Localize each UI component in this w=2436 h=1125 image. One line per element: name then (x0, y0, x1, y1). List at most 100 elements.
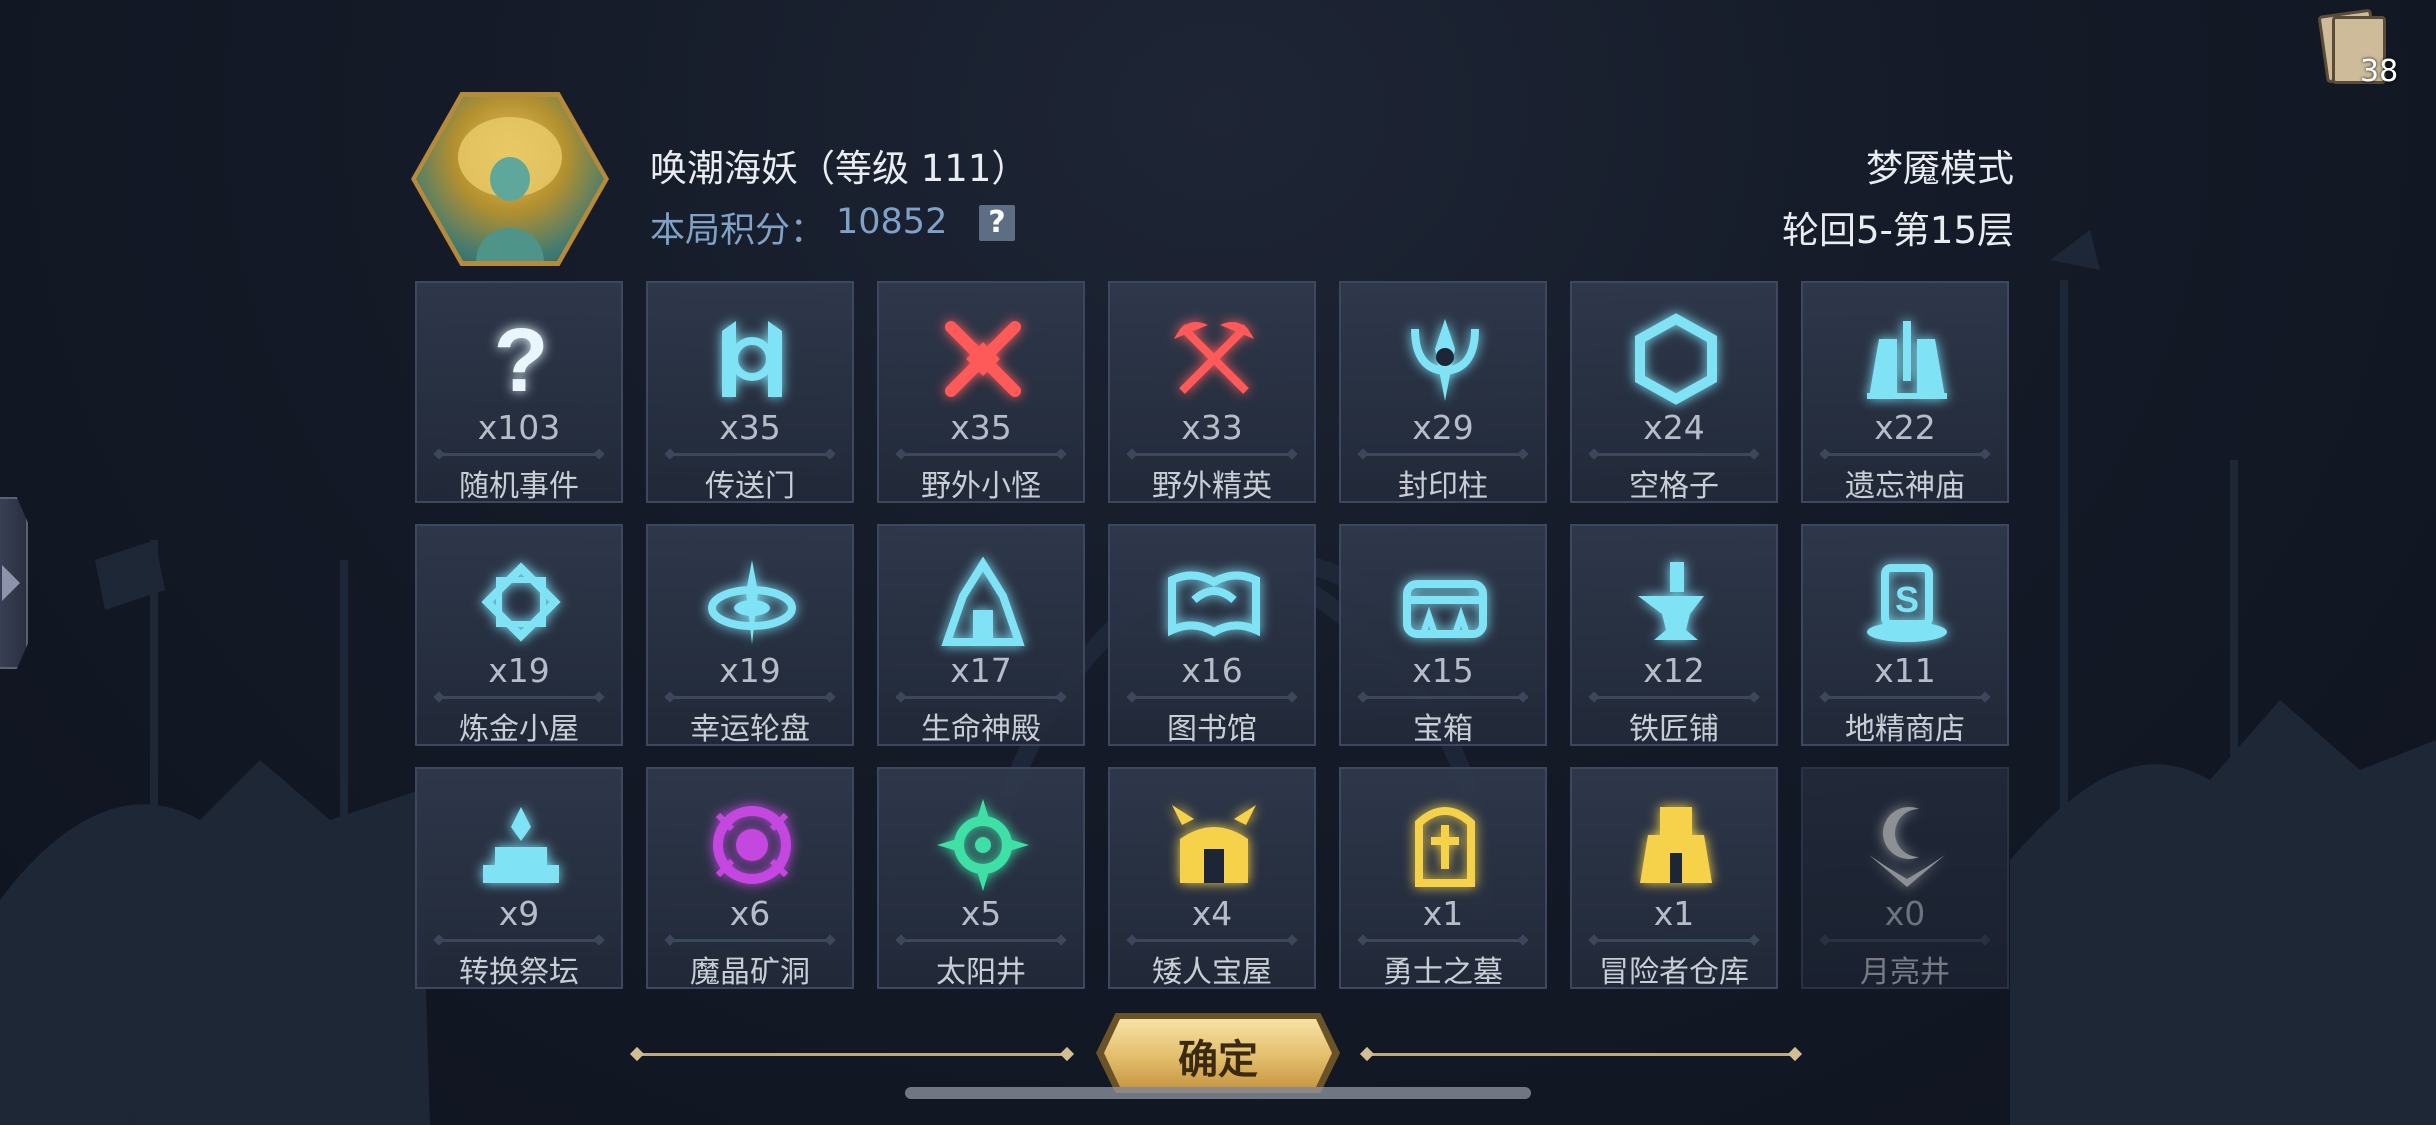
hero-portrait (411, 92, 609, 266)
deck-count: 38 (2360, 54, 2399, 89)
confirm-divider-left (636, 1053, 1068, 1056)
event-count: x19 (488, 651, 550, 690)
tile-divider (901, 939, 1061, 942)
divider-diamond (1787, 1046, 1803, 1062)
event-tile[interactable]: x35 传送门 (646, 281, 854, 504)
event-label: 炼金小屋 (459, 712, 579, 747)
anvil-icon (1626, 552, 1726, 652)
event-label: 铁匠铺 (1629, 712, 1719, 747)
event-count: x35 (950, 408, 1012, 447)
event-tile[interactable]: x15 宝箱 (1339, 524, 1547, 747)
event-label: 图书馆 (1167, 712, 1257, 747)
event-label: 生命神殿 (921, 712, 1041, 747)
divider-diamond (629, 1046, 645, 1062)
event-label: 地精商店 (1845, 712, 1965, 747)
tile-divider (1825, 453, 1985, 456)
portal-icon (702, 309, 802, 409)
confirm-button-label: 确定 (1178, 1037, 1258, 1083)
divider-diamond (1359, 1046, 1375, 1062)
event-tile[interactable]: Sx11 地精商店 (1801, 524, 2009, 747)
tile-divider (1363, 696, 1523, 699)
temple-icon (1857, 309, 1957, 409)
event-count: x16 (1181, 651, 1243, 690)
crossed-axes-icon (1164, 309, 1264, 409)
event-label: 封印柱 (1398, 469, 1488, 504)
event-count: x103 (477, 408, 561, 447)
event-count: x35 (719, 408, 781, 447)
warehouse-icon (1626, 795, 1726, 895)
tile-divider (901, 696, 1061, 699)
alchemy-icon (471, 552, 571, 652)
help-icon[interactable]: ? (979, 205, 1015, 241)
chevron-right-icon (2, 565, 20, 601)
tile-divider (1363, 453, 1523, 456)
event-count: x1 (1422, 894, 1464, 933)
tile-divider (1825, 696, 1985, 699)
event-tile[interactable]: x19 炼金小屋 (415, 524, 623, 747)
event-label: 野外小怪 (921, 469, 1041, 504)
event-tile[interactable]: x29 封印柱 (1339, 281, 1547, 504)
tile-divider (1594, 696, 1754, 699)
event-count: x15 (1412, 651, 1474, 690)
goblin-shop-icon: S (1857, 552, 1957, 652)
divider-diamond (1059, 1046, 1075, 1062)
event-tile[interactable]: x33 野外精英 (1108, 281, 1316, 504)
event-count: x11 (1874, 651, 1936, 690)
event-label: 冒险者仓库 (1599, 955, 1749, 990)
event-tile[interactable]: x4 矮人宝屋 (1108, 767, 1316, 990)
event-tile[interactable]: ? x103 随机事件 (415, 281, 623, 504)
event-count: x17 (950, 651, 1012, 690)
hero-name: 唤潮海妖（等级 111） (650, 147, 1029, 190)
event-count: x0 (1884, 894, 1926, 933)
event-label: 转换祭坛 (459, 955, 579, 990)
confirm-button[interactable]: 确定 (1096, 1013, 1340, 1093)
svg-text:S: S (1895, 579, 1919, 620)
svg-text:?: ? (494, 311, 549, 409)
tile-divider (1132, 696, 1292, 699)
event-tile[interactable]: x6 魔晶矿洞 (646, 767, 854, 990)
question-mark-icon: ? (471, 309, 571, 409)
event-label: 魔晶矿洞 (690, 955, 810, 990)
event-tile[interactable]: x1 冒险者仓库 (1570, 767, 1778, 990)
tile-divider (1132, 453, 1292, 456)
tile-divider (1132, 939, 1292, 942)
event-label: 空格子 (1629, 469, 1719, 504)
event-count: x29 (1412, 408, 1474, 447)
event-tile[interactable]: x19 幸运轮盘 (646, 524, 854, 747)
hero-avatar (416, 97, 604, 261)
crystal-mine-icon (702, 795, 802, 895)
event-tile[interactable]: x1 勇士之墓 (1339, 767, 1547, 990)
event-tile[interactable]: x16 图书馆 (1108, 524, 1316, 747)
score-label: 本局积分： (650, 211, 826, 251)
tomb-icon (1395, 795, 1495, 895)
tile-divider (1594, 453, 1754, 456)
event-tile[interactable]: x12 铁匠铺 (1570, 524, 1778, 747)
card-deck-button[interactable]: 38 (2317, 8, 2399, 89)
event-count: x22 (1874, 408, 1936, 447)
side-drawer-tab[interactable] (0, 497, 28, 669)
tile-divider (1825, 939, 1985, 942)
tile-divider (1363, 939, 1523, 942)
confirm-divider-right (1366, 1053, 1796, 1056)
tile-divider (439, 939, 599, 942)
event-tile[interactable]: x35 野外小怪 (877, 281, 1085, 504)
dwarf-vault-icon (1164, 795, 1264, 895)
wheel-icon (702, 552, 802, 652)
event-tile[interactable]: x9 转换祭坛 (415, 767, 623, 990)
event-tile[interactable]: x22 遗忘神庙 (1801, 281, 2009, 504)
difficulty-mode: 梦魇模式 (1866, 147, 2014, 190)
seal-pillar-icon (1395, 309, 1495, 409)
hexagon-icon (1626, 309, 1726, 409)
tile-divider (439, 453, 599, 456)
event-tile[interactable]: x17 生命神殿 (877, 524, 1085, 747)
moon-well-icon (1857, 795, 1957, 895)
event-tile[interactable]: x24 空格子 (1570, 281, 1778, 504)
tile-divider (1594, 939, 1754, 942)
event-count: x4 (1191, 894, 1233, 933)
event-tile[interactable]: x5 太阳井 (877, 767, 1085, 990)
event-count: x24 (1643, 408, 1705, 447)
home-indicator[interactable] (905, 1087, 1531, 1099)
event-label: 遗忘神庙 (1845, 469, 1965, 504)
event-tile[interactable]: x0 月亮井 (1801, 767, 2009, 990)
book-icon (1164, 552, 1264, 652)
